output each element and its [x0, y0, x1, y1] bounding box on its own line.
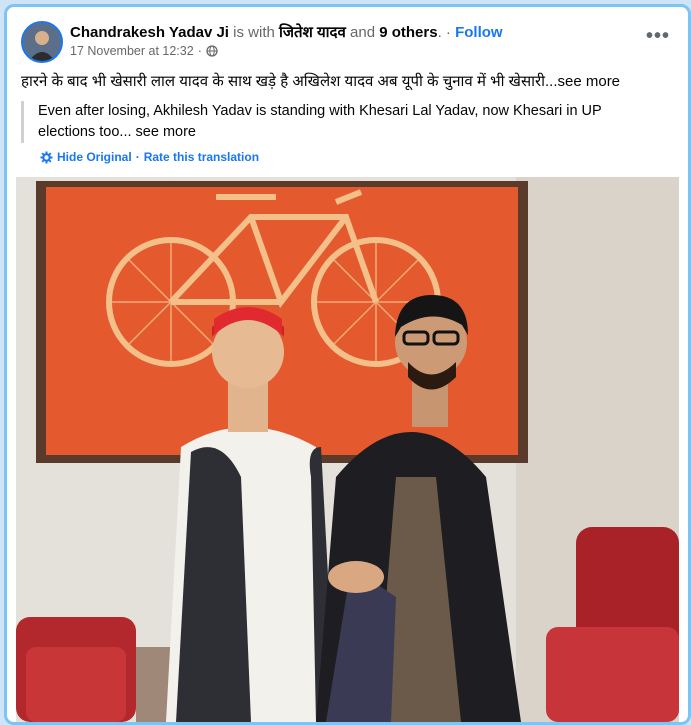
author-name[interactable]: Chandrakesh Yadav Ji: [70, 24, 229, 41]
translation-see-more[interactable]: see more: [136, 124, 196, 140]
gear-icon: [40, 151, 53, 163]
caption-see-more[interactable]: see more: [558, 73, 621, 90]
translation-block: Even after losing, Akhilesh Yadav is sta…: [21, 101, 678, 143]
period: .: [437, 24, 442, 41]
post-date[interactable]: 17 November at 12:32: [70, 44, 194, 58]
more-options-icon[interactable]: •••: [646, 25, 670, 48]
post-caption: हारने के बाद भी खेसारी लाल यादव के साथ ख…: [21, 71, 620, 91]
translation-line-1: Even after losing, Akhilesh Yadav is sta…: [38, 103, 602, 119]
translation-line-2: elections too...: [38, 124, 132, 140]
caption-text: हारने के बाद भी खेसारी लाल यादव के साथ ख…: [21, 73, 558, 90]
handshake: [328, 561, 384, 593]
links-separator: ·: [135, 150, 140, 164]
post-header: Chandrakesh Yadav Ji is with जितेश यादव …: [7, 7, 688, 177]
post-card: Chandrakesh Yadav Ji is with जितेश यादव …: [4, 4, 691, 725]
meta-separator: ·: [197, 44, 202, 58]
post-meta: 17 November at 12:32 ·: [70, 44, 218, 58]
follow-button[interactable]: Follow: [455, 24, 503, 41]
globe-icon[interactable]: [206, 45, 218, 57]
others-link[interactable]: 9 others: [379, 24, 437, 41]
avatar-image: [23, 23, 61, 61]
author-line: Chandrakesh Yadav Ji is with जितेश यादव …: [70, 22, 503, 42]
tagged-name[interactable]: जितेश यादव: [279, 24, 346, 41]
with-text: is with: [233, 24, 275, 41]
and-text: and: [350, 24, 376, 41]
post-photo[interactable]: [16, 177, 679, 722]
author-avatar[interactable]: [21, 21, 63, 63]
red-chair-left: [16, 617, 136, 722]
hide-original-link[interactable]: Hide Original: [57, 150, 132, 164]
separator: ·: [445, 24, 451, 41]
rate-translation-link[interactable]: Rate this translation: [144, 150, 259, 164]
translation-line-2-wrap: elections too... see more: [38, 122, 678, 143]
translation-links: Hide Original · Rate this translation: [40, 150, 259, 164]
